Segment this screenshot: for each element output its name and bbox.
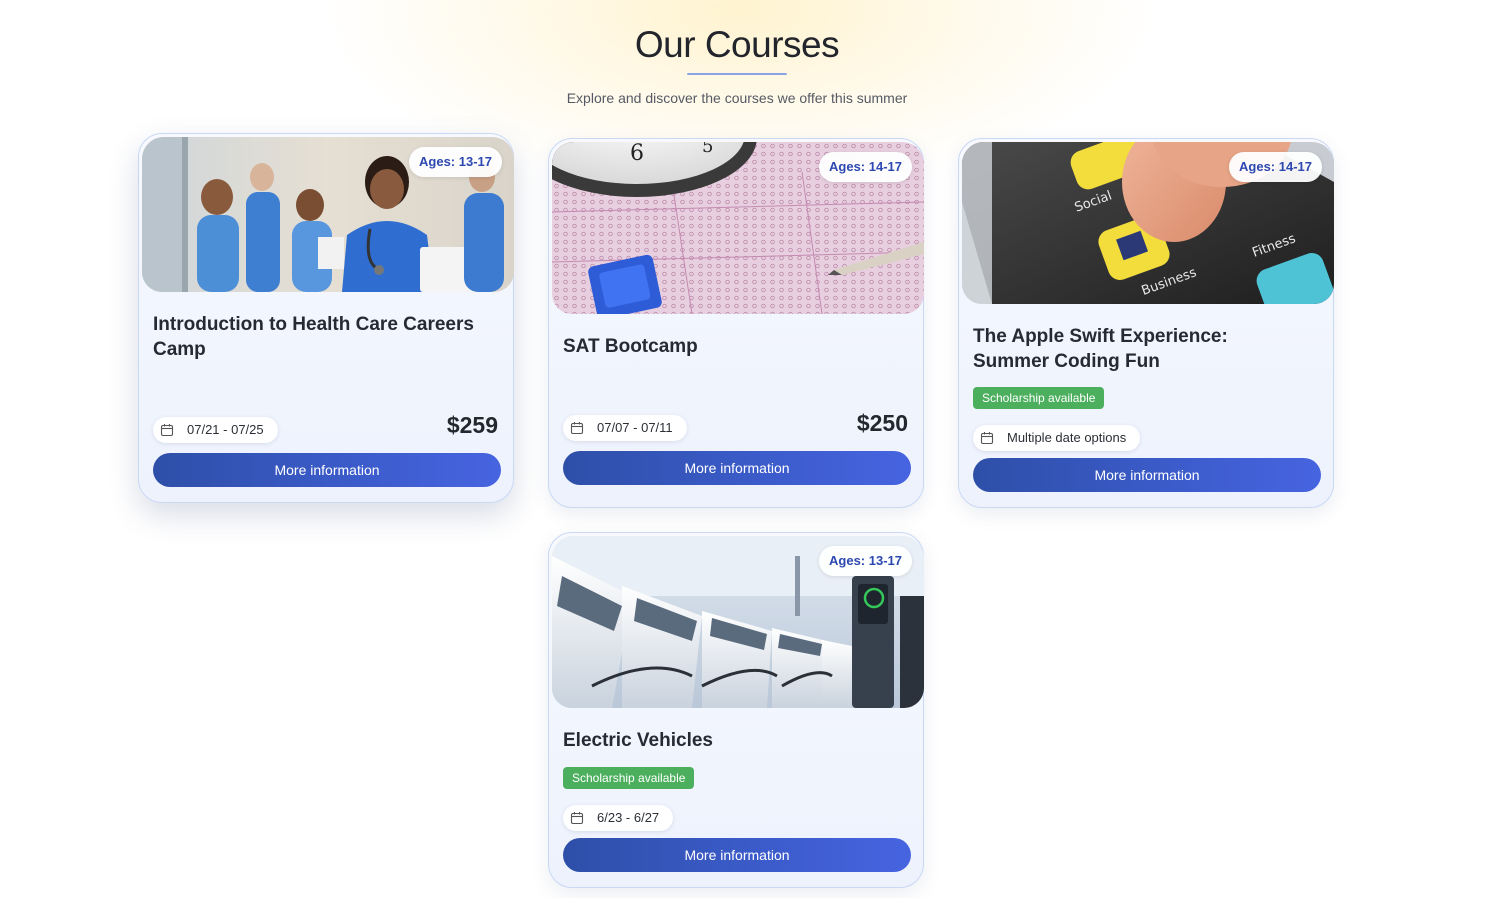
course-card-electric-vehicles[interactable]: Ages: 13-17 Electric Vehicles Scholarshi… [548, 532, 924, 888]
calendar-icon [160, 424, 174, 437]
course-dates: 6/23 - 6/27 [597, 810, 660, 825]
calendar-icon [570, 422, 584, 435]
scholarship-badge: Scholarship available [563, 767, 695, 789]
age-badge: Ages: 14-17 [819, 152, 912, 182]
sat-answer-sheet-photo: 6 5 Ages: 14-17 [552, 142, 924, 314]
date-pill: 07/07 - 07/11 [563, 415, 687, 441]
age-badge: Ages: 13-17 [819, 546, 912, 576]
course-price: $259 [446, 412, 498, 438]
date-pill: 6/23 - 6/27 [563, 805, 674, 831]
course-card-health-care[interactable]: Ages: 13-17 Introduction to Health Care … [138, 133, 514, 503]
course-dates: Multiple date options [1007, 430, 1127, 445]
more-information-button[interactable]: More information [153, 453, 501, 487]
course-title: The Apple Swift Experience: Summer Codin… [973, 326, 1228, 372]
scholarship-badge: Scholarship available [973, 387, 1105, 409]
page-subtitle: Explore and discover the courses we offe… [566, 90, 908, 106]
course-price: $250 [856, 410, 908, 436]
more-information-button[interactable]: More information [973, 458, 1321, 492]
course-card-apple-swift[interactable]: Social Business Fitness Ages: 14-17 The … [958, 138, 1334, 508]
svg-text:6: 6 [630, 142, 644, 166]
calendar-icon [570, 812, 584, 825]
date-pill: 07/21 - 07/25 [153, 417, 278, 443]
course-dates: 07/07 - 07/11 [597, 420, 673, 435]
title-underline [687, 73, 787, 75]
smartphone-apps-photo: Social Business Fitness Ages: 14-17 [962, 142, 1334, 304]
age-badge: Ages: 14-17 [1229, 152, 1322, 182]
healthcare-students-photo: Ages: 13-17 [142, 137, 514, 292]
course-title: SAT Bootcamp [563, 336, 698, 357]
more-information-button[interactable]: More information [563, 451, 911, 485]
ev-charging-photo: Ages: 13-17 [552, 536, 924, 708]
course-title: Introduction to Health Care Careers Camp [153, 314, 474, 360]
course-card-sat-bootcamp[interactable]: 6 5 Ages: 14-17 SAT Bootcamp 07/07 - 07/… [548, 138, 924, 508]
course-dates: 07/21 - 07/25 [187, 422, 264, 437]
svg-text:5: 5 [702, 142, 713, 157]
course-title: Electric Vehicles [563, 730, 713, 751]
age-badge: Ages: 13-17 [409, 147, 502, 177]
date-pill: Multiple date options [973, 425, 1141, 451]
calendar-icon [980, 432, 994, 445]
page-title: Our Courses [634, 24, 840, 65]
more-information-button[interactable]: More information [563, 838, 911, 872]
